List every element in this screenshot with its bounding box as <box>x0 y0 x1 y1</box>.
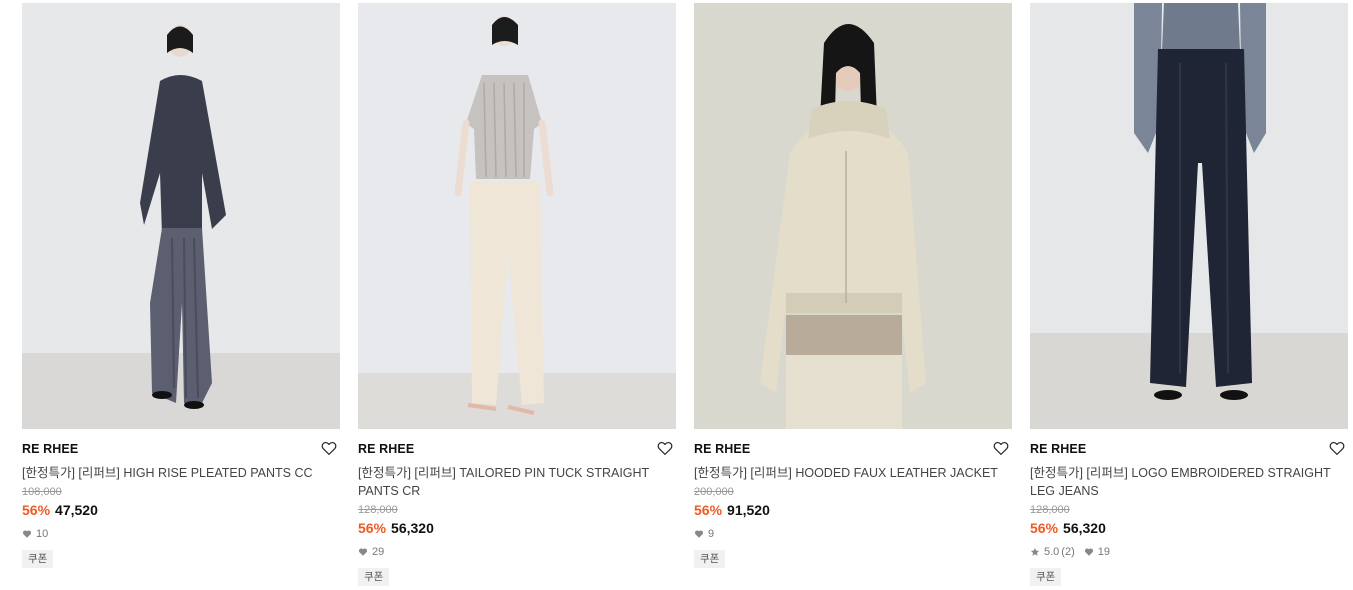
original-price: 128,000 <box>1030 504 1070 516</box>
price-row: 56% 47,520 <box>22 501 340 519</box>
heart-filled-icon <box>694 530 704 538</box>
product-image[interactable] <box>694 3 1012 429</box>
brand-name[interactable]: RE RHEE <box>358 441 676 457</box>
sale-price: 56,320 <box>391 520 434 536</box>
original-price: 200,000 <box>694 486 734 498</box>
coupon-badge: 쿠폰 <box>1030 568 1062 586</box>
brand-row: RE RHEE <box>358 441 676 463</box>
price-row: 56% 91,520 <box>694 501 1012 519</box>
discount-rate: 56% <box>358 520 387 536</box>
brand-name[interactable]: RE RHEE <box>1030 441 1348 457</box>
rating-value: 5.0 <box>1044 546 1060 558</box>
brand-row: RE RHEE <box>694 441 1012 463</box>
like-count: 29 <box>358 546 384 558</box>
heart-outline-icon[interactable] <box>1328 439 1346 457</box>
product-card[interactable]: RE RHEE [한정특가] [리퍼브] HOODED FAUX LEATHER… <box>694 3 1012 568</box>
product-card[interactable]: RE RHEE [한정특가] [리퍼브] TAILORED PIN TUCK S… <box>358 3 676 586</box>
price-row: 56% 56,320 <box>1030 519 1348 537</box>
like-count-value: 19 <box>1097 546 1110 558</box>
product-title[interactable]: [한정특가] [리퍼브] HOODED FAUX LEATHER JACKET <box>694 464 1012 482</box>
brand-name[interactable]: RE RHEE <box>22 441 340 457</box>
original-price: 128,000 <box>358 504 398 516</box>
heart-filled-icon <box>22 530 32 538</box>
like-count-value: 9 <box>708 528 715 540</box>
heart-filled-icon <box>358 548 368 556</box>
discount-rate: 56% <box>694 502 723 518</box>
coupon-badge: 쿠폰 <box>22 550 54 568</box>
like-count: 19 <box>1084 546 1110 558</box>
product-image[interactable] <box>1030 3 1348 429</box>
product-title[interactable]: [한정특가] [리퍼브] HIGH RISE PLEATED PANTS CC <box>22 464 340 482</box>
original-price: 108,000 <box>22 486 62 498</box>
sale-price: 47,520 <box>55 502 98 518</box>
product-stats: 10 <box>22 527 340 541</box>
like-count: 10 <box>22 528 48 540</box>
discount-rate: 56% <box>22 502 51 518</box>
like-count: 9 <box>694 528 714 540</box>
brand-name[interactable]: RE RHEE <box>694 441 1012 457</box>
heart-outline-icon[interactable] <box>320 439 338 457</box>
like-count-value: 10 <box>36 528 49 540</box>
price-row: 56% 56,320 <box>358 519 676 537</box>
coupon-badge: 쿠폰 <box>358 568 390 586</box>
product-grid: RE RHEE [한정특가] [리퍼브] HIGH RISE PLEATED P… <box>0 0 1353 590</box>
product-image[interactable] <box>22 3 340 429</box>
product-title[interactable]: [한정특가] [리퍼브] TAILORED PIN TUCK STRAIGHT … <box>358 464 676 500</box>
sale-price: 91,520 <box>727 502 770 518</box>
heart-outline-icon[interactable] <box>656 439 674 457</box>
brand-row: RE RHEE <box>22 441 340 463</box>
product-stats: 9 <box>694 527 1012 541</box>
like-count-value: 29 <box>372 546 385 558</box>
discount-rate: 56% <box>1030 520 1059 536</box>
star-icon <box>1030 547 1040 556</box>
heart-filled-icon <box>1084 548 1093 556</box>
rating-count: (2) <box>1061 546 1075 558</box>
product-image[interactable] <box>358 3 676 429</box>
brand-row: RE RHEE <box>1030 441 1348 463</box>
rating: 5.0 (2) <box>1030 546 1075 558</box>
product-title[interactable]: [한정특가] [리퍼브] LOGO EMBROIDERED STRAIGHT L… <box>1030 464 1348 500</box>
product-stats: 29 <box>358 545 676 559</box>
sale-price: 56,320 <box>1063 520 1106 536</box>
product-card[interactable]: RE RHEE [한정특가] [리퍼브] LOGO EMBROIDERED ST… <box>1030 3 1348 586</box>
coupon-badge: 쿠폰 <box>694 550 726 568</box>
heart-outline-icon[interactable] <box>992 439 1010 457</box>
product-stats: 5.0 (2) 19 <box>1030 545 1348 559</box>
product-card[interactable]: RE RHEE [한정특가] [리퍼브] HIGH RISE PLEATED P… <box>22 3 340 568</box>
